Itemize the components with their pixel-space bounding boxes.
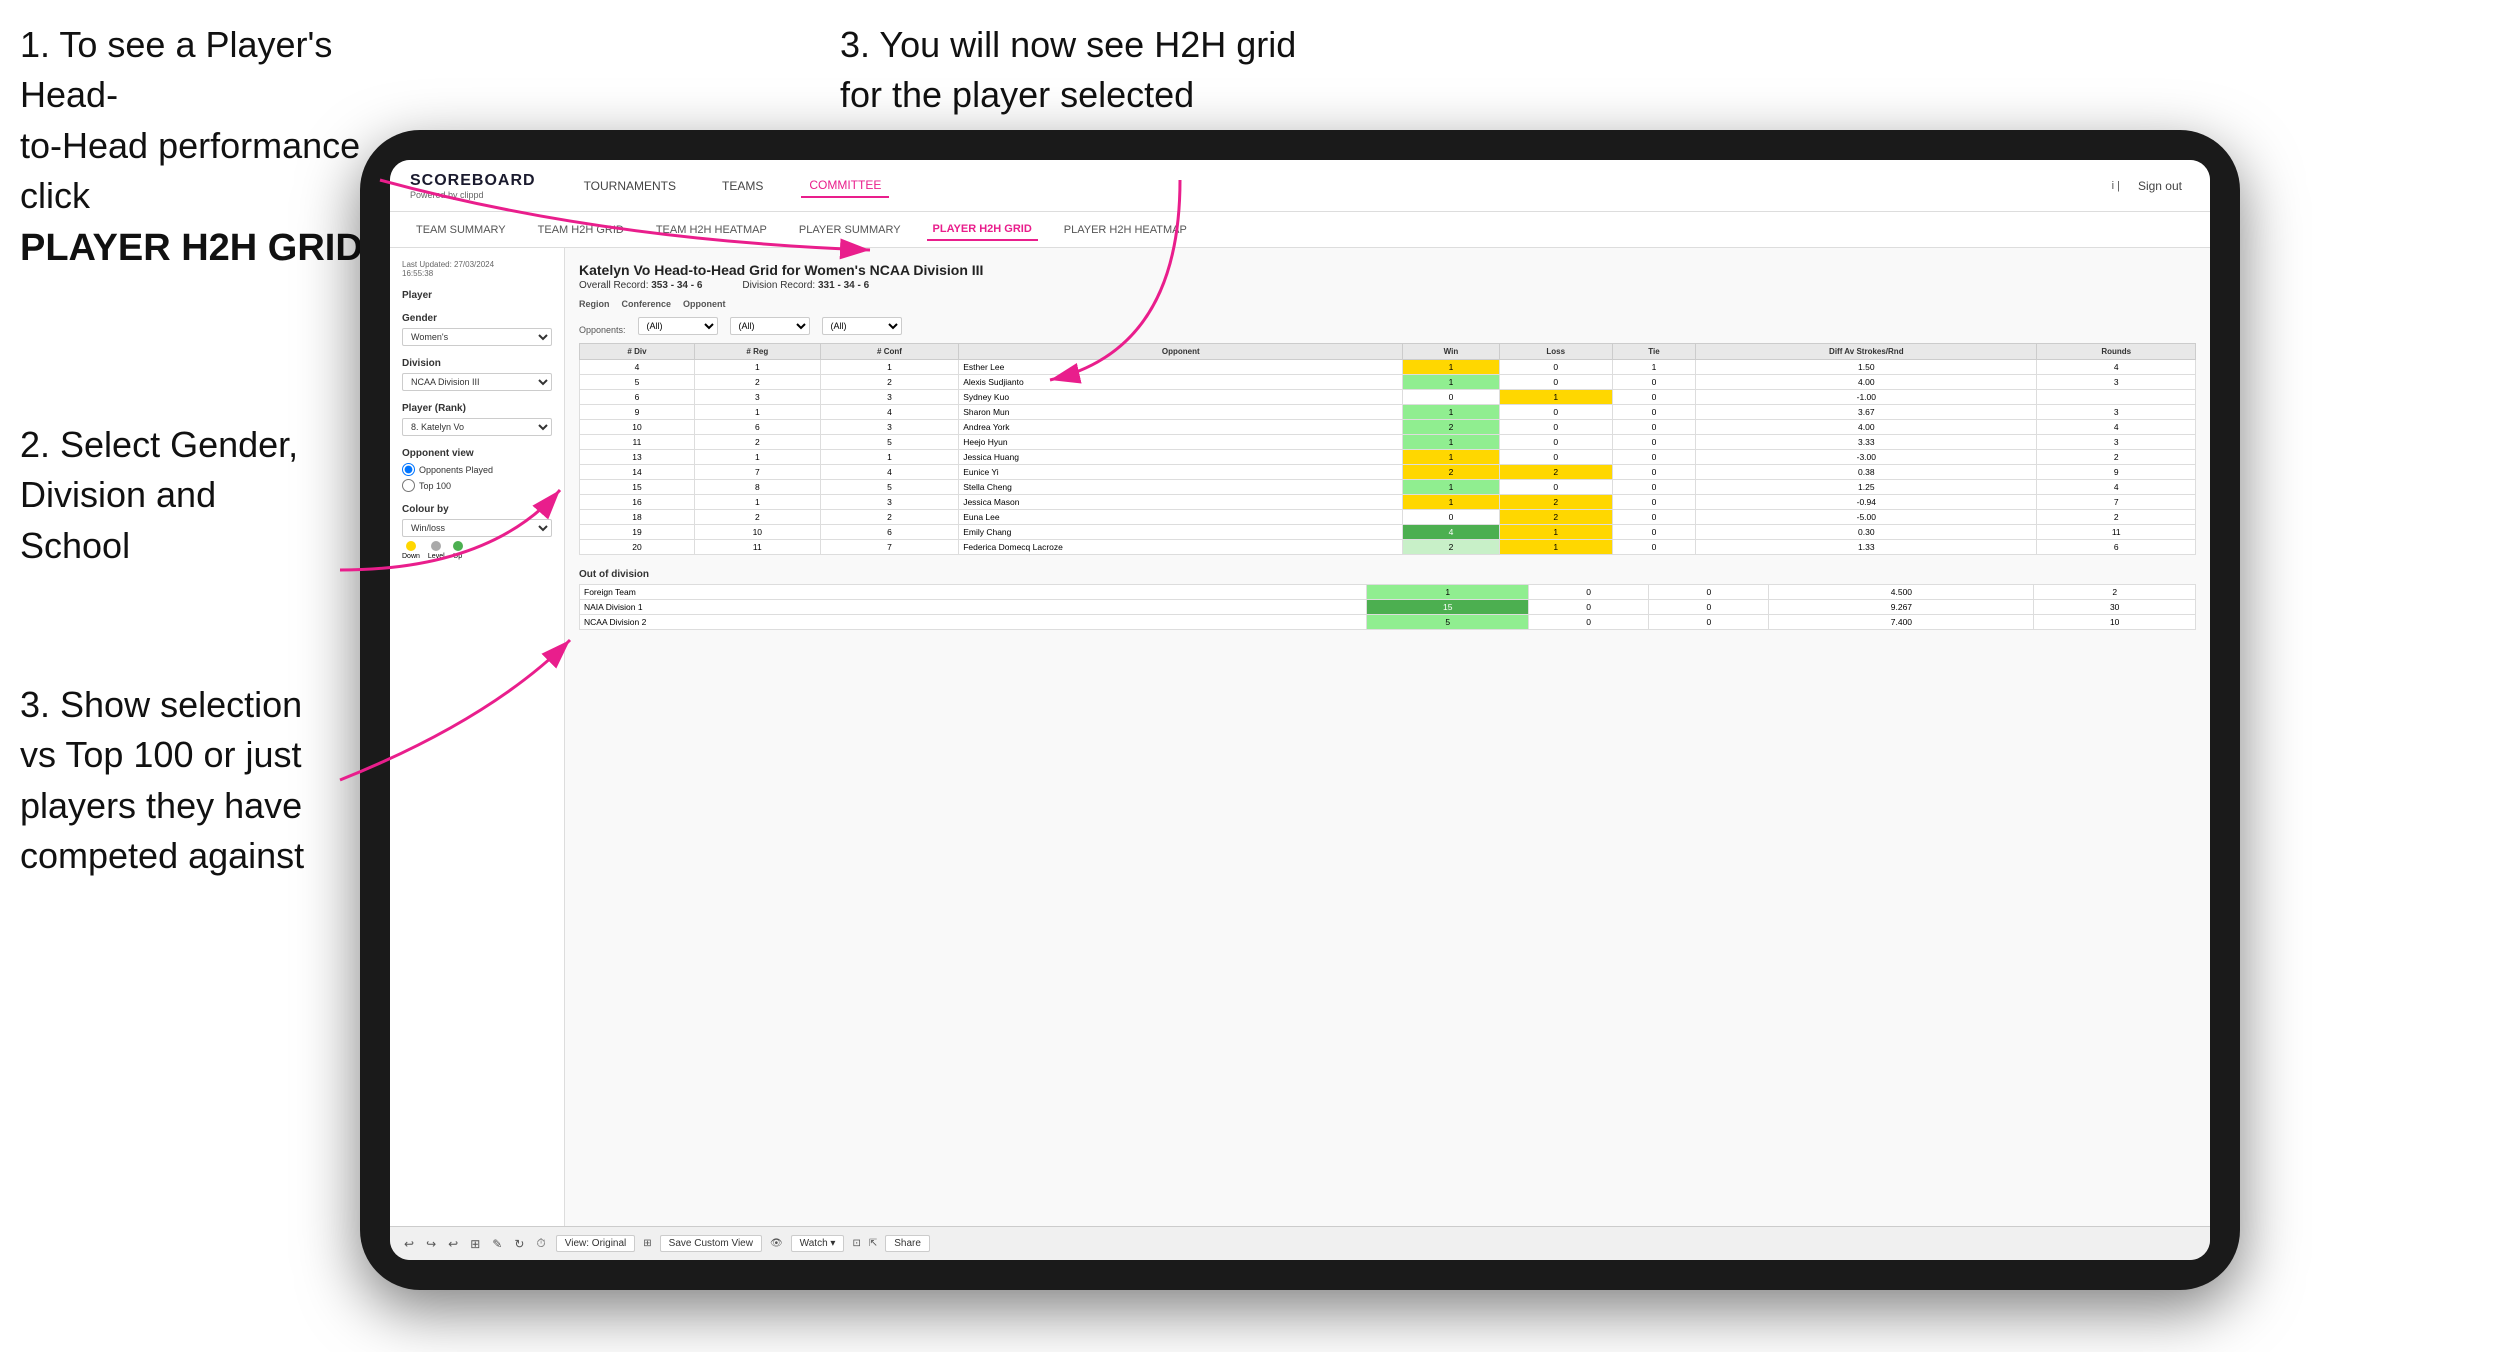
watch-btn[interactable]: Watch ▾ [791,1235,845,1252]
gender-select[interactable]: Women's [402,328,552,346]
subnav-team-h2h-heatmap[interactable]: TEAM H2H HEATMAP [650,220,773,240]
grid-records: Overall Record: 353 - 34 - 6 Division Re… [579,280,2196,291]
legend-level: Level [428,541,445,560]
subnav-player-h2h-grid[interactable]: PLAYER H2H GRID [927,219,1038,241]
table-row: 9 1 4 Sharon Mun 1 0 0 3.67 3 [580,405,2196,420]
tablet-frame: SCOREBOARD Powered by clippd TOURNAMENTS… [360,130,2240,1290]
sidebar-player-rank-section: Player (Rank) 8. Katelyn Vo [402,403,552,436]
subnav-player-summary[interactable]: PLAYER SUMMARY [793,220,907,240]
col-reg: # Reg [694,344,820,360]
clock-icon[interactable]: ⏱ [534,1234,547,1253]
edit-icon[interactable]: ✎ [490,1235,504,1253]
region-filter-group: Region [579,299,610,309]
col-diff: Diff Av Strokes/Rnd [1696,344,2037,360]
sub-nav: TEAM SUMMARY TEAM H2H GRID TEAM H2H HEAT… [390,212,2210,248]
ood-table-row: NCAA Division 2 5 0 0 7.400 10 [580,615,2196,630]
view-original-btn[interactable]: View: Original [556,1235,636,1252]
col-opponent: Opponent [959,344,1403,360]
conference-select[interactable]: (All) [730,317,810,335]
division-select[interactable]: NCAA Division III [402,373,552,391]
save-custom-btn[interactable]: Save Custom View [660,1235,762,1252]
legend-down: Down [402,541,420,560]
subnav-team-h2h-grid[interactable]: TEAM H2H GRID [532,220,630,240]
table-row: 10 6 3 Andrea York 2 0 0 4.00 4 [580,420,2196,435]
filter-selects-row: Opponents: (All) (All) (All) [579,317,2196,335]
out-of-division-title: Out of division [579,569,2196,580]
table-row: 20 11 7 Federica Domecq Lacroze 2 1 0 1.… [580,540,2196,555]
colour-by-select[interactable]: Win/loss [402,519,552,537]
sidebar-colour-section: Colour by Win/loss Down Level [402,504,552,560]
table-row: 14 7 4 Eunice Yi 2 2 0 0.38 9 [580,465,2196,480]
instruction-step2: 2. Select Gender, Division and School [20,420,400,571]
nav-committee[interactable]: COMMITTEE [801,174,889,198]
table-row: 18 2 2 Euna Lee 0 2 0 -5.00 2 [580,510,2196,525]
subnav-team-summary[interactable]: TEAM SUMMARY [410,220,512,240]
nav-logo: SCOREBOARD Powered by clippd [410,172,536,200]
col-conf: # Conf [820,344,958,360]
ood-table-row: Foreign Team 1 0 0 4.500 2 [580,585,2196,600]
col-rounds: Rounds [2037,344,2196,360]
opponent-played-radio[interactable]: Opponents Played [402,463,552,476]
table-row: 13 1 1 Jessica Huang 1 0 0 -3.00 2 [580,450,2196,465]
col-tie: Tie [1612,344,1695,360]
table-row: 16 1 3 Jessica Mason 1 2 0 -0.94 7 [580,495,2196,510]
share-btn[interactable]: Share [885,1235,930,1252]
nav-bar: SCOREBOARD Powered by clippd TOURNAMENTS… [390,160,2210,212]
redo-icon[interactable]: ↪ [424,1235,438,1253]
table-row: 5 2 2 Alexis Sudjianto 1 0 0 4.00 3 [580,375,2196,390]
top100-radio[interactable]: Top 100 [402,479,552,492]
table-header-row: # Div # Reg # Conf Opponent Win Loss Tie… [580,344,2196,360]
table-row: 15 8 5 Stella Cheng 1 0 0 1.25 4 [580,480,2196,495]
nav-tournaments[interactable]: TOURNAMENTS [576,175,684,197]
nav-teams[interactable]: TEAMS [714,175,771,197]
main-content: Last Updated: 27/03/2024 16:55:38 Player… [390,248,2210,1226]
opponents-select[interactable]: (All) [638,317,718,335]
subnav-player-h2h-heatmap[interactable]: PLAYER H2H HEATMAP [1058,220,1193,240]
filter-row: Region Conference Opponent [579,299,2196,309]
col-loss: Loss [1499,344,1612,360]
out-of-division-table: Foreign Team 1 0 0 4.500 2 NAIA Division… [579,584,2196,630]
conference-filter-group: Conference [622,299,672,309]
toolbar: ↩ ↪ ↩ ⊞ ✎ ↻ ⏱ View: Original ⊞ Save Cust… [390,1226,2210,1260]
table-row: 19 10 6 Emily Chang 4 1 0 0.30 11 [580,525,2196,540]
sidebar-division-section: Division NCAA Division III [402,358,552,391]
table-row: 11 2 5 Heejo Hyun 1 0 0 3.33 3 [580,435,2196,450]
main-data-table: # Div # Reg # Conf Opponent Win Loss Tie… [579,343,2196,555]
tools-icon[interactable]: ⊞ [468,1235,482,1253]
sign-out-link[interactable]: Sign out [2130,175,2190,197]
sidebar: Last Updated: 27/03/2024 16:55:38 Player… [390,248,565,1226]
player-rank-select[interactable]: 8. Katelyn Vo [402,418,552,436]
ood-table-row: NAIA Division 1 15 0 0 9.267 30 [580,600,2196,615]
refresh-icon[interactable]: ↻ [512,1235,526,1253]
sidebar-player-section: Player [402,290,552,301]
tablet-screen: SCOREBOARD Powered by clippd TOURNAMENTS… [390,160,2210,1260]
col-win: Win [1403,344,1499,360]
grid-title: Katelyn Vo Head-to-Head Grid for Women's… [579,262,2196,278]
opponent-select[interactable]: (All) [822,317,902,335]
undo2-icon[interactable]: ↩ [446,1235,460,1253]
sidebar-opponent-view-section: Opponent view Opponents Played Top 100 [402,448,552,492]
undo-icon[interactable]: ↩ [402,1235,416,1253]
legend-up: Up [453,541,463,560]
opponent-filter-group: Opponent [683,299,726,309]
col-div: # Div [580,344,695,360]
content-area: Katelyn Vo Head-to-Head Grid for Women's… [565,248,2210,1226]
table-row: 6 3 3 Sydney Kuo 0 1 0 -1.00 [580,390,2196,405]
instruction-step3-top: 3. You will now see H2H grid for the pla… [840,20,1340,121]
instruction-step3-bottom: 3. Show selection vs Top 100 or just pla… [20,680,410,882]
sidebar-gender-section: Gender Women's [402,313,552,346]
table-row: 4 1 1 Esther Lee 1 0 1 1.50 4 [580,360,2196,375]
